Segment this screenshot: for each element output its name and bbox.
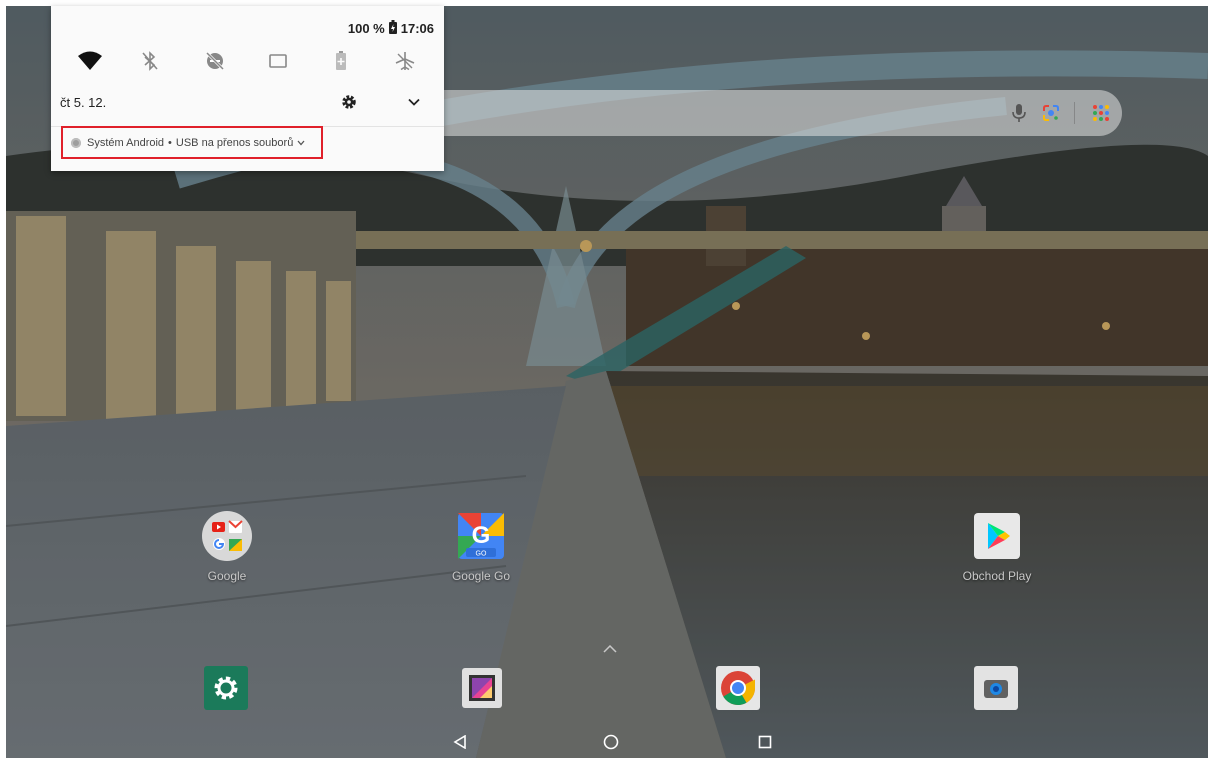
bluetooth-off-icon[interactable]	[137, 48, 163, 74]
google-go-icon: G GO	[456, 511, 506, 561]
battery-saver-icon[interactable]	[328, 48, 354, 74]
android-system-icon	[71, 137, 81, 148]
clock: 17:06	[400, 21, 434, 36]
notification-title: USB na přenos souborů	[175, 136, 294, 149]
gear-icon[interactable]	[339, 92, 359, 112]
apps-grid-icon[interactable]	[1088, 100, 1114, 126]
settings-app-icon	[204, 666, 248, 710]
wifi-icon[interactable]	[77, 48, 103, 74]
search-bar-divider	[1074, 102, 1075, 124]
do-not-disturb-off-icon[interactable]	[202, 48, 228, 74]
svg-text:G: G	[472, 522, 491, 549]
navigation-bar	[6, 724, 1208, 758]
notification-app-name: Systém Android	[87, 136, 165, 149]
app-google-go[interactable]: G GO Google Go	[421, 511, 541, 583]
app-drawer-arrow-icon[interactable]	[603, 640, 617, 656]
app-label: Obchod Play	[962, 569, 1032, 583]
google-folder-icon	[202, 511, 252, 561]
mic-icon[interactable]	[1006, 100, 1032, 126]
recents-icon[interactable]	[754, 731, 776, 753]
airplane-mode-off-icon[interactable]	[392, 48, 418, 74]
app-play-store[interactable]: Obchod Play	[937, 511, 1057, 583]
app-label: Google Go	[451, 569, 511, 583]
chevron-down-icon[interactable]	[404, 92, 424, 112]
dock-camera[interactable]	[936, 666, 1056, 710]
google-lens-icon[interactable]	[1038, 100, 1064, 126]
notification-expand-chevron-icon[interactable]	[297, 140, 305, 146]
usb-notification[interactable]: Systém Android • USB na přenos souborů	[61, 126, 323, 159]
quick-settings-row	[51, 44, 444, 78]
chrome-app-icon	[716, 666, 760, 710]
screen-cast-icon[interactable]	[265, 48, 291, 74]
play-store-icon	[972, 511, 1022, 561]
gallery-app-icon	[460, 666, 504, 710]
app-google-folder[interactable]: Google	[167, 511, 287, 583]
battery-percent: 100 %	[347, 21, 385, 36]
battery-charging-icon	[388, 20, 397, 37]
shade-date: čt 5. 12.	[60, 95, 107, 110]
dock-settings[interactable]	[166, 666, 286, 710]
back-icon[interactable]	[449, 731, 471, 753]
dock-gallery[interactable]	[422, 666, 542, 710]
shade-status-bar: 100 % 17:06	[348, 20, 434, 37]
svg-text:GO: GO	[476, 551, 487, 558]
dock-chrome[interactable]	[678, 666, 798, 710]
camera-app-icon	[974, 666, 1018, 710]
home-icon[interactable]	[600, 731, 622, 753]
app-label: Google	[207, 569, 247, 583]
notification-separator: •	[168, 136, 172, 149]
